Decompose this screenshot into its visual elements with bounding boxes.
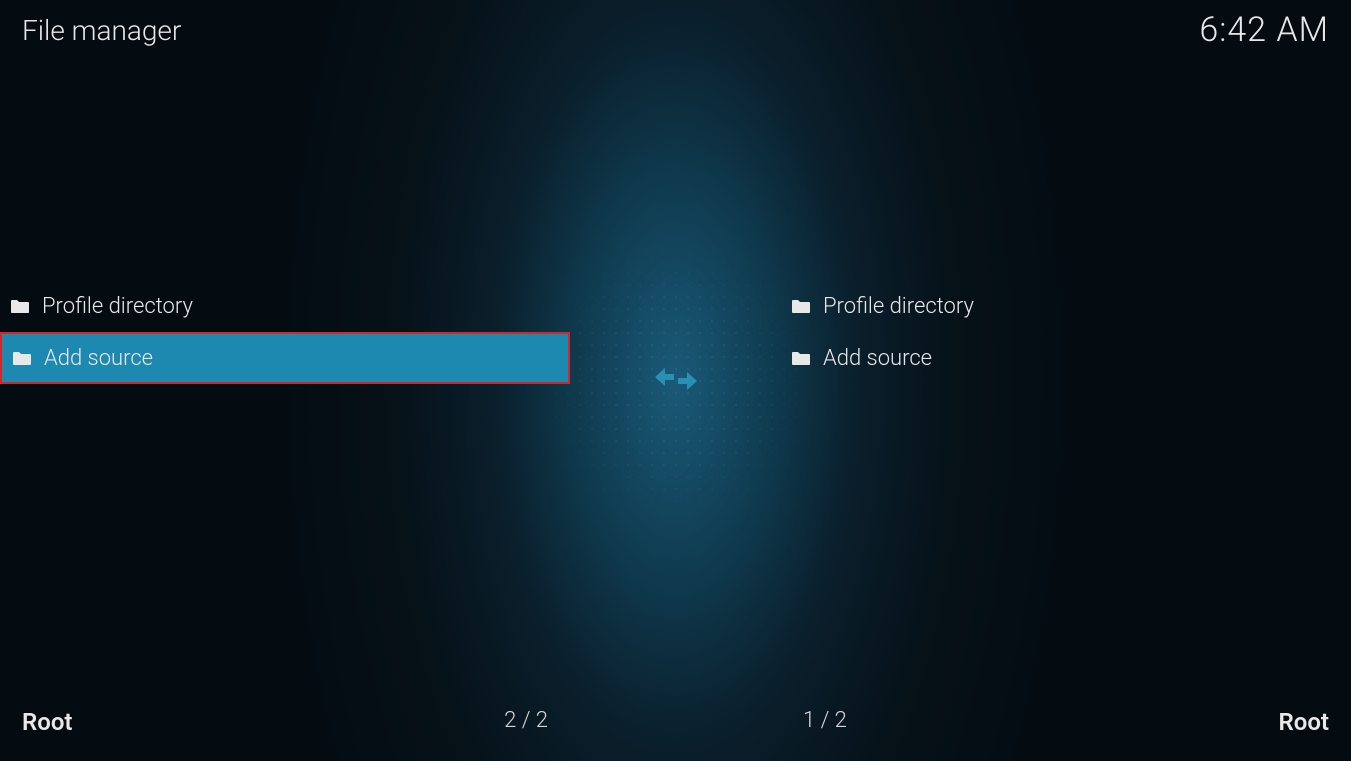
left-count-label: 2 / 2 <box>504 708 548 736</box>
right-pane: Profile directory Add source <box>781 280 1351 384</box>
right-path-label: Root <box>1279 708 1329 736</box>
list-item-profile-directory[interactable]: Profile directory <box>0 280 570 332</box>
folder-icon <box>12 350 32 366</box>
page-title: File manager <box>22 14 181 47</box>
list-item-label: Profile directory <box>42 294 193 319</box>
transfer-arrows-icon <box>652 360 700 402</box>
left-path-label: Root <box>22 708 72 736</box>
list-item-label: Profile directory <box>823 294 974 319</box>
list-item-add-source[interactable]: Add source <box>781 332 1351 384</box>
left-pane: Profile directory Add source <box>0 280 570 384</box>
footer-left: Root 2 / 2 <box>0 708 570 754</box>
folder-icon <box>10 298 30 314</box>
list-item-label: Add source <box>44 346 153 371</box>
folder-icon <box>791 350 811 366</box>
list-item-profile-directory[interactable]: Profile directory <box>781 280 1351 332</box>
footer-right: 1 / 2 Root <box>781 708 1351 754</box>
right-count-label: 1 / 2 <box>803 708 847 736</box>
header: File manager 6:42 AM <box>0 0 1351 60</box>
folder-icon <box>791 298 811 314</box>
list-item-label: Add source <box>823 346 932 371</box>
footer: Root 2 / 2 1 / 2 Root <box>0 701 1351 761</box>
clock: 6:42 AM <box>1199 10 1329 50</box>
list-item-add-source[interactable]: Add source <box>0 332 570 384</box>
